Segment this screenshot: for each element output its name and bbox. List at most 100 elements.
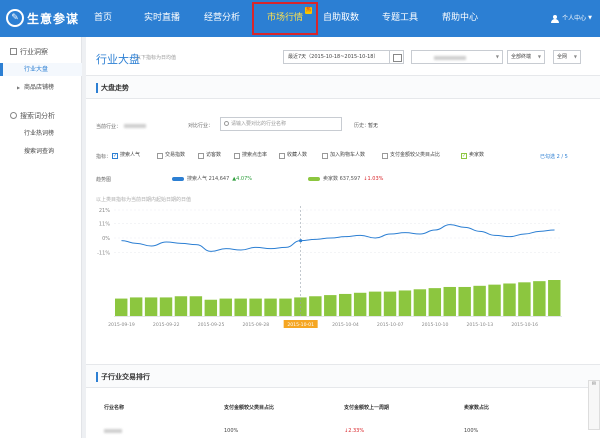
section-title: 大盘走势 <box>101 84 129 92</box>
bar-sellers <box>204 299 218 316</box>
checkbox-icon[interactable] <box>112 152 118 161</box>
y-tick-label: -11% <box>97 251 110 257</box>
checkbox-icon[interactable] <box>461 152 467 161</box>
bar-sellers <box>458 286 471 316</box>
metric-add-to-cart[interactable]: 加入购物车人数 <box>322 151 365 160</box>
user-center-label: 个人中心 <box>562 15 587 22</box>
nav-market[interactable]: 市场行情 热 <box>252 2 318 35</box>
legend-search-popularity[interactable]: 搜索人气 214,647 ▲4.07% <box>172 175 252 182</box>
hot-badge: 热 <box>305 7 312 14</box>
bar-sellers <box>533 281 546 316</box>
checkbox-icon[interactable] <box>279 152 285 159</box>
legend-swatch <box>172 176 184 181</box>
metric-search-popularity[interactable]: 搜索人气 <box>112 151 141 161</box>
bar-sellers <box>413 289 427 316</box>
highlight-point <box>299 239 303 243</box>
page-subtitle: 以下指标为日均值 <box>136 55 177 61</box>
compare-industry-label: 对比行业： <box>188 123 214 129</box>
x-tick-label: 2015-10-04 <box>332 322 359 328</box>
checkbox-icon[interactable] <box>322 152 328 159</box>
checkbox-icon[interactable] <box>382 152 388 159</box>
section-accent <box>96 83 98 93</box>
current-industry-label: 当前行业： <box>96 124 122 130</box>
sidebar-group-label: 行业洞察 <box>20 48 48 56</box>
bar-sellers <box>473 285 486 316</box>
cell-payment-change: ↓2.33% <box>344 428 365 434</box>
bar-sellers <box>129 297 143 316</box>
feedback-icon: ✉ <box>591 381 597 387</box>
x-tick-label: 2015-10-07 <box>377 322 404 328</box>
metric-sellers[interactable]: 卖家数 <box>461 151 484 161</box>
checkbox-icon[interactable] <box>234 152 240 159</box>
metric-payment-share[interactable]: 支付金额较父类目占比 <box>382 151 440 160</box>
bar-sellers <box>324 295 337 316</box>
cell-payment-change-value: 2.33% <box>348 428 365 434</box>
x-tick-label: 2015-09-19 <box>108 322 135 328</box>
current-industry-blurred <box>124 124 146 128</box>
chevron-down-icon: ▼ <box>537 54 541 59</box>
bar-sellers <box>353 292 367 316</box>
x-tick-label: 2015-10-16 <box>511 322 538 328</box>
document-icon <box>10 48 17 55</box>
date-range-picker[interactable]: 最近7天（2015-10-18~2015-10-18） <box>283 50 404 64</box>
bar-sellers <box>234 298 247 316</box>
column-header-industry[interactable]: 行业名称 <box>104 404 124 411</box>
sidebar-item-hotwords[interactable]: 行业热词榜 <box>0 127 82 140</box>
metric-label: 搜索人气 <box>120 152 141 158</box>
metric-visitors[interactable]: 访客数 <box>198 151 221 160</box>
category-select[interactable]: ▼ <box>411 50 503 64</box>
calendar-icon[interactable] <box>389 51 403 63</box>
logo[interactable]: ✎ 生意参谋 <box>6 8 79 28</box>
metric-search-ctr[interactable]: 搜索点击率 <box>234 151 267 160</box>
column-header-payment-share[interactable]: 支付金额较父类目占比 <box>224 404 274 411</box>
sidebar-item-search-query[interactable]: 搜索词查询 <box>0 145 82 158</box>
sidebar-item-label: 商品店铺榜 <box>24 84 55 91</box>
bar-sellers <box>488 284 501 316</box>
nav-realtime[interactable]: 实时直播 <box>135 0 189 37</box>
nav-home[interactable]: 首页 <box>83 0 123 37</box>
metric-label: 访客数 <box>206 152 222 158</box>
terminal-select[interactable]: 全部终端 ▼ <box>507 50 545 64</box>
column-header-seller-share[interactable]: 卖家数占比 <box>464 404 489 411</box>
checkbox-icon[interactable] <box>198 152 204 159</box>
sidebar-item-shop-rank[interactable]: ▶ 商品店铺榜 <box>0 81 82 94</box>
metric-favorites[interactable]: 收藏人数 <box>279 151 307 160</box>
metric-trade-index[interactable]: 交易指数 <box>157 151 185 160</box>
x-tick-label: 2015-10-01 <box>287 322 314 328</box>
platform-value: 全网 <box>557 54 568 60</box>
y-tick-label: 21% <box>99 208 110 214</box>
bar-sellers <box>115 298 128 316</box>
nav-tools[interactable]: 专题工具 <box>374 0 426 37</box>
nav-market-label: 市场行情 <box>266 13 303 23</box>
nav-help[interactable]: 帮助中心 <box>432 0 488 37</box>
floating-tools[interactable]: ✉ <box>588 380 600 430</box>
bar-sellers <box>383 291 397 316</box>
sidebar-item-industry[interactable]: 行业大盘 <box>0 63 82 76</box>
checkbox-icon[interactable] <box>157 152 163 159</box>
nav-operations[interactable]: 经营分析 <box>195 0 249 37</box>
bar-sellers <box>144 297 158 316</box>
industry-name-blurred <box>104 429 122 433</box>
bar-sellers <box>249 298 262 316</box>
chevron-down-icon: ▼ <box>588 15 592 21</box>
trend-legend-label: 趋势图 <box>96 177 112 183</box>
section-accent <box>96 372 98 382</box>
top-navigation: ✎ 生意参谋 首页 实时直播 经营分析 市场行情 热 自助取数 专题工具 帮助中… <box>0 0 600 37</box>
legend-swatch <box>308 176 320 181</box>
platform-select[interactable]: 全网 ▼ <box>553 50 581 64</box>
bar-sellers <box>503 283 516 316</box>
metric-label: 支付金额较父类目占比 <box>390 152 441 158</box>
column-header-payment-change[interactable]: 支付金额较上一周期 <box>344 404 389 411</box>
bar-sellers <box>548 280 561 316</box>
category-value-blurred <box>434 56 466 60</box>
bar-sellers <box>174 296 188 316</box>
sidebar-group-search: 搜索词分析 <box>0 109 82 123</box>
x-tick-label: 2015-10-13 <box>467 322 494 328</box>
metric-label: 搜索点击率 <box>242 152 268 158</box>
bar-sellers <box>264 298 277 316</box>
legend-name: 卖家数 <box>323 176 339 182</box>
user-center-menu[interactable]: 个人中心 ▼ <box>551 0 592 37</box>
compare-industry-input[interactable]: 请输入要对比的行业名称 <box>220 117 342 131</box>
legend-sellers[interactable]: 卖家数 637,597 ↓1.03% <box>308 175 383 182</box>
nav-self-service[interactable]: 自助取数 <box>316 0 366 37</box>
